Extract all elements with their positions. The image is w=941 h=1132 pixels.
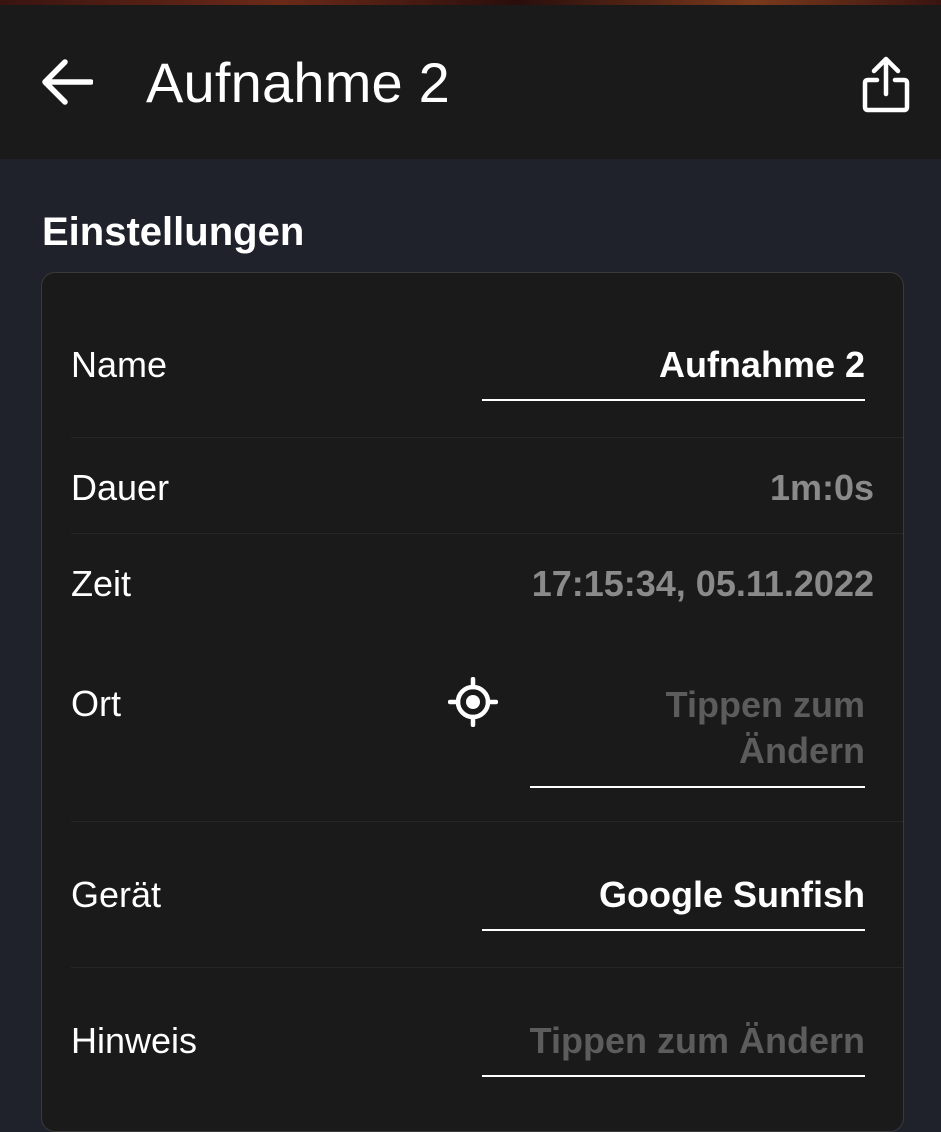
duration-label: Dauer [71,467,170,508]
gps-locate-icon [448,677,498,727]
location-placeholder-line-1: Tippen zum [665,684,865,725]
location-input[interactable]: Tippen zum Ändern [530,682,865,788]
section-title: Einstellungen [42,210,305,254]
device-input[interactable]: Google Sunfish [482,873,865,931]
name-input[interactable]: Aufnahme 2 [482,343,865,401]
duration-value: 1m:0s [769,467,874,508]
app-bar: Aufnahme 2 [0,5,941,159]
divider [71,533,903,534]
share-button[interactable] [852,49,920,121]
location-label: Ort [71,683,121,724]
share-icon [862,56,910,113]
device-label: Gerät [71,874,162,915]
time-label: Zeit [71,563,132,604]
divider [71,821,903,822]
name-label: Name [71,344,168,385]
note-label: Hinweis [71,1020,198,1061]
time-value: 17:15:34, 05.11.2022 [531,563,874,604]
divider [71,967,903,968]
locate-button[interactable] [446,675,500,729]
location-placeholder-line-2: Ändern [739,730,865,771]
divider [71,437,903,438]
note-input[interactable]: Tippen zum Ändern [482,1019,865,1077]
back-button[interactable] [34,49,100,115]
settings-card: Name Aufnahme 2 Dauer 1m:0s Zeit 17:15:3… [41,272,904,1132]
page-title: Aufnahme 2 [146,51,450,114]
arrow-left-icon [42,59,93,105]
